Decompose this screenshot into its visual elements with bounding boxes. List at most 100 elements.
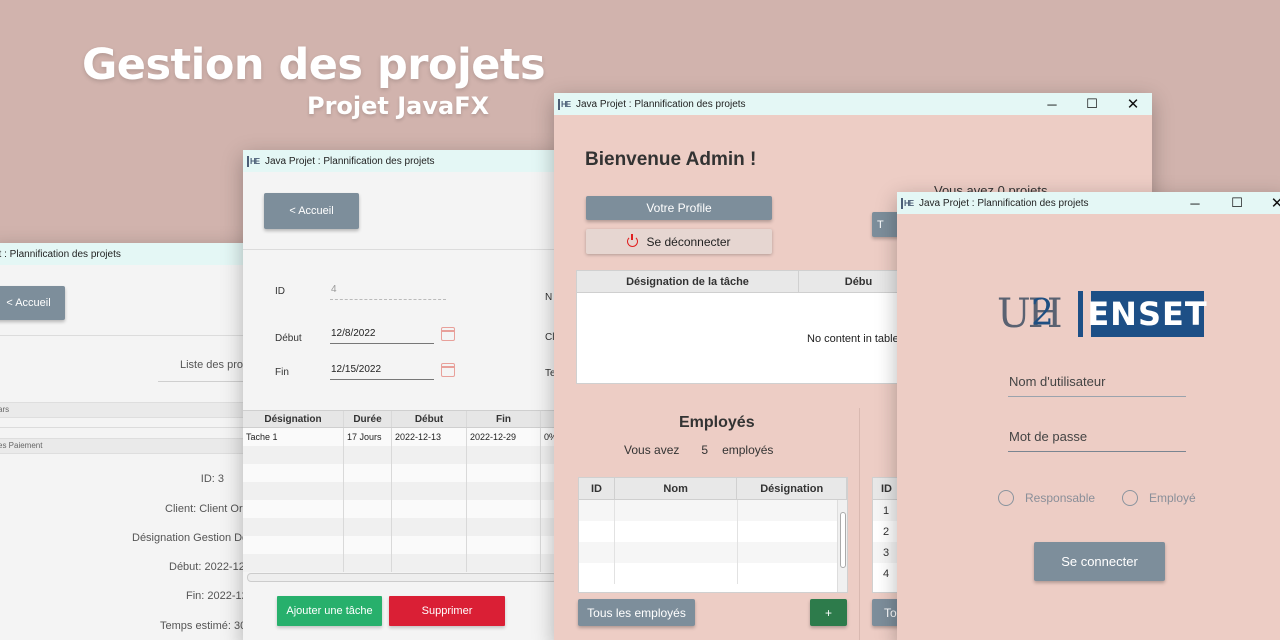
delete-button[interactable]: Supprimer (389, 596, 505, 626)
table-row[interactable]: Tache 1 17 Jours 2022-12-13 2022-12-29 0… (243, 428, 563, 446)
fin-label: Fin (275, 367, 289, 378)
titlebar: HE Java Projet : Plannification des proj… (243, 150, 563, 172)
vertical-scrollbar[interactable] (837, 500, 847, 592)
logo-separator (1078, 291, 1083, 337)
section-header[interactable]: es Paiement (0, 438, 260, 454)
add-task-button[interactable]: Ajouter une tâche (277, 596, 382, 626)
nom-label: N (545, 292, 553, 303)
university-emblem-icon: UH 2 (997, 291, 1063, 337)
app-logo-icon: HE (901, 197, 914, 209)
titlebar: HE Java Projet : Plannification des proj… (554, 93, 1152, 115)
power-icon (627, 234, 639, 247)
profile-label: Votre Profile (646, 201, 712, 215)
window-title: et : Plannification des projets (0, 248, 121, 260)
fin-datepicker[interactable]: 12/15/2022 (330, 362, 434, 380)
employees-heading: Employés (679, 414, 755, 431)
login-button[interactable]: Se connecter (1034, 542, 1165, 581)
profile-button[interactable]: Votre Profile (586, 196, 772, 220)
scrollbar-thumb[interactable] (840, 512, 846, 568)
column-header[interactable]: Désignation (243, 411, 344, 427)
close-icon[interactable]: ✕ (1113, 93, 1152, 115)
section-header[interactable]: ars (0, 402, 260, 418)
employee-count-value: 5 (701, 443, 709, 457)
password-input[interactable]: Mot de passe (1008, 424, 1186, 452)
table-row[interactable] (579, 563, 847, 584)
project-list-window: et : Plannification des projets < Accuei… (0, 243, 260, 640)
accueil-button[interactable]: < Accueil (0, 286, 65, 320)
table-row (243, 464, 563, 482)
calendar-icon[interactable] (441, 363, 455, 377)
role-responsable-option[interactable]: Responsable (998, 490, 1095, 506)
add-task-label: Ajouter une tâche (286, 605, 373, 617)
welcome-heading: Bienvenue Admin ! (585, 149, 757, 170)
calendar-icon[interactable] (441, 327, 455, 341)
accueil-label: < Accueil (289, 205, 334, 217)
table-row (243, 482, 563, 500)
maximize-icon[interactable]: ☐ (1072, 93, 1112, 115)
window-title: Java Projet : Plannification des projets (576, 98, 746, 110)
accueil-button[interactable]: < Accueil (264, 193, 359, 229)
debut-datepicker[interactable]: 12/8/2022 (330, 326, 434, 344)
empty-table-message: No content in table (807, 333, 899, 345)
window-title: Java Projet : Plannification des projets (919, 197, 1089, 209)
detail-id: ID: 3 (200, 473, 224, 485)
minimize-icon[interactable]: ─ (1175, 192, 1215, 214)
employees-table[interactable]: ID Nom Désignation (578, 477, 848, 593)
login-label: Se connecter (1061, 554, 1138, 569)
app-logo-icon: HE (247, 155, 260, 167)
table-row[interactable] (579, 521, 847, 542)
tasks-table[interactable]: Désignation Durée Début Fin Tache 1 17 J… (243, 410, 563, 572)
divider (859, 408, 860, 640)
role-employe-option[interactable]: Employé (1122, 490, 1196, 506)
employee-count: Vous avez 5 employés (624, 443, 773, 457)
app-logo-icon: HE (558, 98, 571, 110)
column-header[interactable]: ID (579, 478, 615, 499)
all-employees-button[interactable]: Tous les employés (578, 599, 695, 626)
divider (0, 427, 260, 428)
radio-button[interactable] (998, 490, 1014, 506)
employee-count-suffix: employés (722, 443, 774, 457)
cell-designation: Tache 1 (243, 428, 344, 446)
column-header[interactable]: Désignation (737, 478, 847, 499)
table-header: Désignation Durée Début Fin (243, 410, 563, 428)
radio-button[interactable] (1122, 490, 1138, 506)
divider (0, 335, 260, 336)
window-title: Java Projet : Plannification des projets (265, 155, 435, 167)
column-header[interactable]: Début (392, 411, 467, 427)
table-body: Tache 1 17 Jours 2022-12-13 2022-12-29 0… (243, 428, 563, 572)
id-label: ID (275, 286, 285, 297)
maximize-icon[interactable]: ☐ (1217, 192, 1257, 214)
minimize-icon[interactable]: ─ (1032, 93, 1072, 115)
all-projects-label: T (877, 218, 884, 231)
logout-label: Se déconnecter (646, 234, 731, 249)
debut-label: Début (275, 333, 302, 344)
role-employe-label: Employé (1149, 491, 1196, 505)
add-employee-label: + (824, 605, 832, 620)
table-row (243, 536, 563, 554)
table-row[interactable] (579, 542, 847, 563)
column-header[interactable]: Nom (615, 478, 738, 499)
column-header[interactable]: Durée (344, 411, 392, 427)
cell-fin: 2022-12-29 (467, 428, 541, 446)
project-detail-window: HE Java Projet : Plannification des proj… (243, 150, 563, 640)
logout-button[interactable]: Se déconnecter (586, 229, 772, 254)
id-field[interactable]: 4 (330, 282, 446, 300)
titlebar: et : Plannification des projets (0, 243, 260, 265)
table-row[interactable] (579, 500, 847, 521)
column-header[interactable]: Fin (467, 411, 541, 427)
column-header[interactable]: Désignation de la tâche (577, 271, 799, 292)
close-icon[interactable]: ✕ (1257, 192, 1280, 214)
table-row (243, 518, 563, 536)
table-row (243, 446, 563, 464)
employee-count-prefix: Vous avez (624, 443, 680, 457)
enset-logo: UH 2 ENSET (997, 290, 1207, 338)
role-responsable-label: Responsable (1025, 491, 1096, 505)
table-row (243, 554, 563, 572)
username-input[interactable]: Nom d'utilisateur (1008, 369, 1186, 397)
add-employee-button[interactable]: + (810, 599, 847, 626)
detail-designation: Désignation Gestion De (132, 532, 249, 544)
cell-duree: 17 Jours (344, 428, 392, 446)
titlebar: HE Java Projet : Plannification des proj… (897, 192, 1280, 214)
list-label: Liste des pro (180, 359, 243, 371)
horizontal-scrollbar[interactable] (247, 573, 557, 582)
